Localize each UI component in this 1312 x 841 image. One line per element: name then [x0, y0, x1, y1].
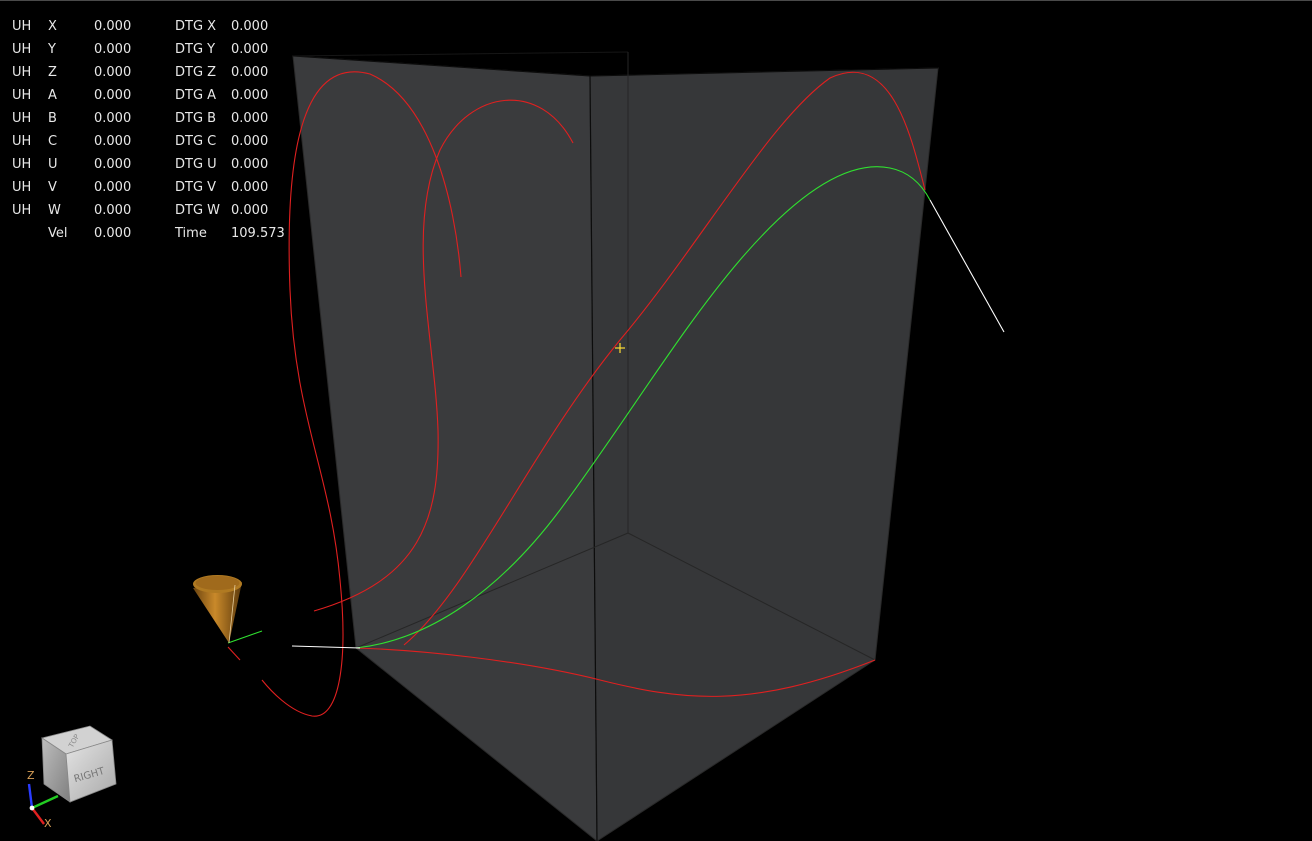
- dro-dtg-label: DTG U: [175, 157, 217, 172]
- dro-dtg-value: 0.000: [231, 203, 269, 218]
- feed-path-tool-tail: [227, 646, 241, 661]
- dro-axis-value: 0.000: [94, 134, 132, 149]
- dro-header: UH: [12, 65, 32, 80]
- stock-left-face: [292, 55, 598, 841]
- dro-axis-value: 0.000: [94, 65, 132, 80]
- axis-x-label: X: [44, 817, 52, 830]
- dro-dtg-label: DTG W: [175, 203, 221, 218]
- dro-axis-label: X: [48, 19, 57, 34]
- dro-dtg-label: DTG B: [175, 111, 217, 126]
- dro-dtg-value: 0.000: [231, 111, 269, 126]
- dro-axis-value: 0.000: [94, 88, 132, 103]
- dro-time-value: 109.573: [231, 226, 285, 241]
- dro-header: UH: [12, 180, 32, 195]
- dro-vel-value: 0.000: [94, 226, 132, 241]
- axis-z-label: Z: [27, 769, 35, 782]
- current-path-tool-stub: [227, 630, 263, 644]
- axis-z-line: [27, 783, 34, 809]
- dro-axis-value: 0.000: [94, 42, 132, 57]
- dro-dtg-label: DTG C: [175, 134, 217, 149]
- dro-header: UH: [12, 134, 32, 149]
- dro-dtg-value: 0.000: [231, 134, 269, 149]
- stock-top-back-edge: [292, 51, 629, 57]
- dro-dtg-label: DTG Z: [175, 65, 217, 80]
- dro-dtg-value: 0.000: [231, 157, 269, 172]
- dro-axis-label: A: [48, 88, 57, 103]
- dro-axis-label: Z: [48, 65, 57, 80]
- dro-axis-label: B: [48, 111, 57, 126]
- dro-axis-value: 0.000: [94, 157, 132, 172]
- dro-dtg-label: DTG A: [175, 88, 217, 103]
- dro-dtg-value: 0.000: [231, 65, 269, 80]
- rapid-path-exit: [929, 199, 1005, 333]
- dro-header: UH: [12, 111, 32, 126]
- dro-dtg-label: DTG V: [175, 180, 217, 195]
- dro-axis-label: Y: [48, 42, 56, 57]
- stock-right-face: [589, 67, 939, 841]
- dro-axis-label: V: [48, 180, 57, 195]
- dro-header: UH: [12, 42, 32, 57]
- dro-axis-label: U: [48, 157, 58, 172]
- dro-header: UH: [12, 88, 32, 103]
- dro-header: UH: [12, 19, 32, 34]
- dro-dtg-value: 0.000: [231, 180, 269, 195]
- dro-axis-value: 0.000: [94, 19, 132, 34]
- dro-axis-label: W: [48, 203, 61, 218]
- dro-dtg-value: 0.000: [231, 88, 269, 103]
- dro-dtg-label: DTG Y: [175, 42, 216, 57]
- dro-vel-label: Vel: [48, 226, 68, 241]
- axis-y-line: [31, 794, 59, 810]
- dro-axis-value: 0.000: [94, 203, 132, 218]
- dro-axis-label: C: [48, 134, 58, 149]
- 3d-preview-viewport[interactable]: UH X 0.000 DTG X 0.000 UH Y 0.000 DTG Y …: [0, 0, 1312, 841]
- cone-tool-icon: [193, 575, 242, 644]
- axis-x-line: [31, 807, 45, 825]
- rapid-path-entry: [291, 645, 361, 649]
- dro-header: UH: [12, 157, 32, 172]
- stock-box: [292, 51, 939, 841]
- view-cube-icon[interactable]: TOP RIGHT Z X: [20, 718, 130, 833]
- dro-axis-value: 0.000: [94, 180, 132, 195]
- dro-time-label: Time: [175, 226, 207, 241]
- dro-dtg-value: 0.000: [231, 19, 269, 34]
- dro-header: UH: [12, 203, 32, 218]
- dro-axis-value: 0.000: [94, 111, 132, 126]
- dro-dtg-value: 0.000: [231, 42, 269, 57]
- dro-dtg-label: DTG X: [175, 19, 217, 34]
